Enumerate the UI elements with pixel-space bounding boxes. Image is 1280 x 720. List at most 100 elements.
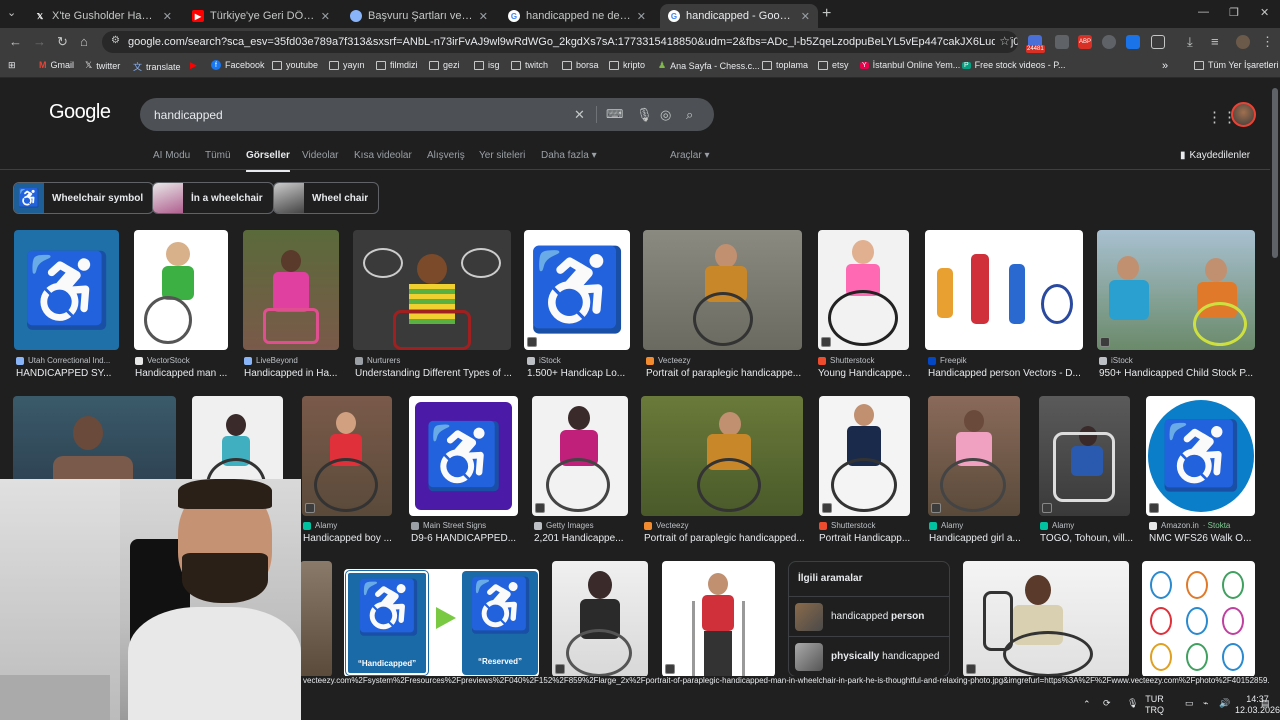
result-image[interactable]: ♿ “Handicapped” ♿ “Reserved” <box>344 569 539 676</box>
clear-icon[interactable]: ✕ <box>574 107 585 123</box>
search-box[interactable]: handicapped ✕ ⌨ 🎙 ◎ ⌕ <box>140 98 714 131</box>
result-caption[interactable]: TOGO, Tohoun, vill... <box>1040 533 1133 544</box>
tab-more[interactable]: Daha fazla ▾ <box>541 150 597 161</box>
result-image[interactable] <box>532 396 628 516</box>
result-caption[interactable]: Understanding Different Types of ... <box>355 368 513 379</box>
chip-wheelchair-symbol[interactable]: ♿ Wheelchair symbol <box>13 182 155 214</box>
result-caption[interactable]: Young Handicappe... <box>818 368 911 379</box>
chip-wheel-chair[interactable]: Wheel chair <box>273 182 380 214</box>
extension-icon[interactable] <box>1102 35 1116 49</box>
result-source[interactable]: Amazon.in · Stokta <box>1149 521 1259 530</box>
bookmark-folder-filmdizi[interactable]: filmdizi <box>376 60 418 70</box>
result-source[interactable]: Getty Images <box>534 521 630 530</box>
bookmark-gmail[interactable]: M Gmail <box>39 60 74 70</box>
site-info-icon[interactable]: ⚙ <box>111 35 120 46</box>
result-source[interactable]: Shutterstock <box>819 521 912 530</box>
bookmark-folder-kripto[interactable]: kripto <box>609 60 645 70</box>
extension-translate-icon[interactable]: 24481 <box>1026 35 1045 53</box>
result-caption[interactable]: Handicapped person Vectors - D... <box>928 368 1086 379</box>
bookmark-star-icon[interactable]: ☆ <box>995 34 1010 48</box>
reload-icon[interactable]: ↻ <box>57 34 68 50</box>
bookmark-folder-yayin[interactable]: yayın <box>329 60 365 70</box>
apps-grid-icon[interactable]: ⊞ <box>8 60 16 71</box>
result-source[interactable]: Alamy <box>303 521 393 530</box>
account-avatar[interactable] <box>1231 102 1256 127</box>
result-source[interactable]: Main Street Signs <box>411 521 520 530</box>
bookmark-facebook[interactable]: f Facebook <box>211 60 265 70</box>
result-source[interactable]: Vecteezy <box>646 356 805 365</box>
result-source[interactable]: Nurturers <box>355 356 513 365</box>
extension-icon[interactable] <box>1126 35 1140 49</box>
tab-ai-mode[interactable]: AI Modu <box>153 150 190 161</box>
bookmark-folder-borsa[interactable]: borsa <box>562 60 599 70</box>
volume-icon[interactable]: 🔊 <box>1219 698 1230 709</box>
tab-search-icon[interactable]: ⌄ <box>7 6 16 19</box>
extension-icon[interactable] <box>1055 35 1069 49</box>
result-caption[interactable]: Handicapped man ... <box>135 368 229 379</box>
result-image[interactable] <box>1142 561 1255 676</box>
result-caption[interactable]: Portrait of paraplegic handicappe... <box>646 368 805 379</box>
result-source[interactable]: Shutterstock <box>818 356 911 365</box>
result-image[interactable] <box>302 396 392 516</box>
extensions-puzzle-icon[interactable] <box>1151 35 1165 49</box>
profile-avatar[interactable] <box>1236 35 1250 49</box>
result-image[interactable] <box>662 561 775 676</box>
result-source[interactable]: Alamy <box>1040 521 1133 530</box>
result-image[interactable]: ♿ <box>524 230 630 350</box>
all-bookmarks-button[interactable]: Tüm Yer İşaretleri <box>1194 60 1279 70</box>
microphone-tray-icon[interactable]: 🎙 <box>1127 698 1138 709</box>
bookmark-twitter[interactable]: 𝕏twitter <box>85 60 120 71</box>
result-image[interactable] <box>925 230 1083 350</box>
result-source[interactable]: Vecteezy <box>644 521 806 530</box>
page-scrollbar[interactable] <box>1270 78 1280 676</box>
result-caption[interactable]: Handicapped boy ... <box>303 533 393 544</box>
result-source[interactable]: Alamy <box>929 521 1022 530</box>
chip-in-a-wheelchair[interactable]: İn a wheelchair <box>152 182 274 214</box>
keyboard-language[interactable]: TUR TRQ <box>1145 694 1164 716</box>
media-icon[interactable]: ≡ <box>1211 34 1219 49</box>
result-caption[interactable]: Portrait Handicapp... <box>819 533 912 544</box>
scrollbar-thumb[interactable] <box>1272 88 1278 258</box>
browser-tab-youtube[interactable]: ▶ Türkiye'ye Geri DÖNDÜM! @3( ✕ <box>184 4 338 28</box>
bookmark-folder-youtube[interactable]: youtube <box>272 60 318 70</box>
related-search-item[interactable]: physically handicapped <box>789 636 949 676</box>
bookmark-pexels[interactable]: P Free stock videos - P... <box>962 60 1066 70</box>
adblock-plus-icon[interactable]: ABP <box>1078 35 1092 49</box>
result-image[interactable] <box>1097 230 1255 350</box>
result-image[interactable] <box>643 230 802 350</box>
result-image[interactable] <box>243 230 339 350</box>
download-icon[interactable]: ⤓ <box>1187 34 1193 50</box>
search-icon[interactable]: ⌕ <box>686 107 693 123</box>
bookmark-folder-isg[interactable]: isg <box>474 60 500 70</box>
bookmark-folder-twitch[interactable]: twitch <box>511 60 548 70</box>
result-caption[interactable]: Handicapped girl a... <box>929 533 1022 544</box>
close-icon[interactable]: ✕ <box>479 10 488 23</box>
result-image[interactable] <box>641 396 803 516</box>
result-source[interactable]: Utah Correctional Ind... <box>16 356 121 365</box>
home-icon[interactable]: ⌂ <box>80 34 88 49</box>
lens-camera-icon[interactable]: ◎ <box>660 107 671 123</box>
tab-images[interactable]: Görseller <box>246 150 290 172</box>
forward-icon[interactable]: → <box>33 34 46 49</box>
sync-icon[interactable]: ⟳ <box>1103 698 1111 709</box>
close-icon[interactable]: ✕ <box>637 10 646 23</box>
result-source[interactable]: Freepik <box>928 356 1086 365</box>
related-search-item[interactable]: handicapped person <box>789 596 949 636</box>
result-image[interactable]: ♿ <box>1146 396 1255 516</box>
result-caption[interactable]: 950+ Handicapped Child Stock P... <box>1099 368 1257 379</box>
browser-tab-handicapped-search[interactable]: G handicapped - Google'da Ara ✕ <box>660 4 818 28</box>
result-caption[interactable]: Portrait of paraplegic handicapped... <box>644 533 806 544</box>
result-image[interactable] <box>552 561 648 676</box>
result-image[interactable]: ♿ <box>409 396 518 516</box>
tab-all[interactable]: Tümü <box>205 150 231 161</box>
bookmark-youtube-link[interactable]: ▶ <box>190 60 197 71</box>
browser-tab-handicapped-ne-demek[interactable]: G handicapped ne demek - Googl ✕ <box>500 4 654 28</box>
bookmark-folder-gezi[interactable]: gezi <box>429 60 460 70</box>
tray-overflow-icon[interactable]: ⌃ <box>1083 699 1091 710</box>
result-image[interactable] <box>1039 396 1130 516</box>
result-caption[interactable]: D9-6 HANDICAPPED... <box>411 533 520 544</box>
tab-short-videos[interactable]: Kısa videolar <box>354 150 412 161</box>
result-source[interactable]: iStock <box>1099 356 1257 365</box>
bookmarks-overflow-button[interactable]: » <box>1162 60 1168 72</box>
tab-places[interactable]: Yer siteleri <box>479 150 525 161</box>
